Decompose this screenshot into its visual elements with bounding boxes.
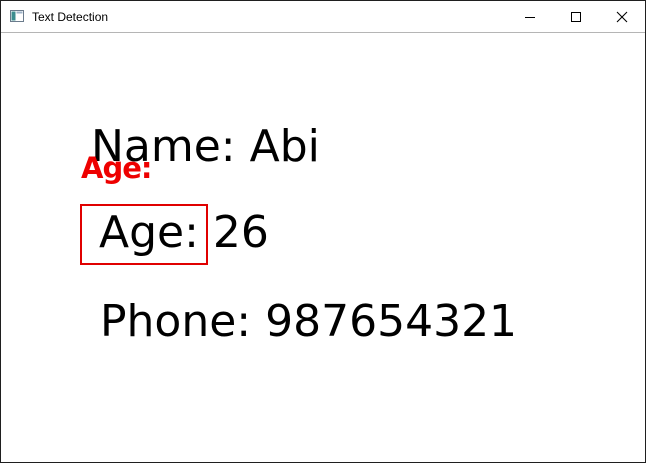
image-canvas: Name: Abi Age: 26 Phone: 987654321 Age: <box>1 33 645 462</box>
app-window-icon <box>10 10 24 22</box>
detection-box <box>80 204 208 265</box>
close-button[interactable] <box>599 1 645 32</box>
detection-label: Age: <box>81 151 152 185</box>
phone-text: Phone: 987654321 <box>100 296 518 347</box>
minimize-button[interactable] <box>507 1 553 32</box>
maximize-button[interactable] <box>553 1 599 32</box>
window-title: Text Detection <box>32 10 109 24</box>
app-window: Text Detection Name: Abi Age: 26 Phone: … <box>0 0 646 463</box>
minimize-icon <box>525 16 535 18</box>
close-icon <box>616 11 628 22</box>
title-bar[interactable]: Text Detection <box>1 1 645 33</box>
maximize-icon <box>571 11 581 22</box>
